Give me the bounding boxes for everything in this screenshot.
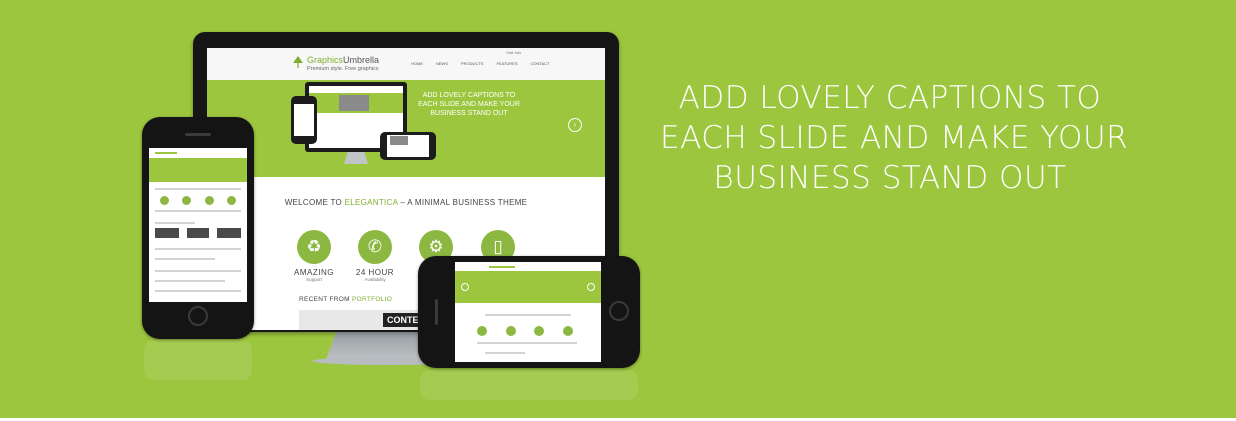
nav-products[interactable]: PRODUCTS bbox=[461, 61, 483, 66]
mini-feature-row bbox=[477, 326, 573, 336]
welcome-brand: ELEGANTICA bbox=[344, 198, 398, 207]
phone-earpiece bbox=[435, 299, 438, 325]
phone-portrait-screen bbox=[149, 148, 247, 302]
recycle-icon: ♻ bbox=[297, 230, 331, 264]
phone-landscape-reflection bbox=[420, 370, 638, 400]
home-button[interactable] bbox=[188, 306, 208, 326]
mini-text-line bbox=[485, 352, 525, 354]
recent-accent: PORTFOLIO bbox=[351, 296, 393, 303]
feature-subtitle: Availability bbox=[364, 277, 386, 282]
mini-feature-icon bbox=[477, 326, 487, 336]
mini-hero bbox=[149, 158, 247, 182]
home-button[interactable] bbox=[609, 301, 629, 321]
mini-feature-icon bbox=[227, 196, 237, 205]
mini-feature-icon bbox=[534, 326, 545, 336]
mini-text-line bbox=[155, 210, 241, 212]
mini-portfolio-image bbox=[187, 228, 209, 238]
hero-monitor-stand bbox=[344, 152, 368, 164]
phone-landscape-screen bbox=[455, 262, 601, 362]
hero-slider: ADD LOVELY CAPTIONS TO EACH SLIDE AND MA… bbox=[207, 80, 605, 177]
mini-logo bbox=[155, 152, 177, 154]
recent-prefix: RECENT FROM bbox=[299, 296, 352, 303]
feature-title: AMAZING bbox=[294, 268, 334, 277]
mini-text-line bbox=[155, 270, 241, 272]
hero-phone-image bbox=[291, 96, 317, 144]
feature-support[interactable]: ♻ AMAZING Support bbox=[289, 230, 339, 282]
next-slide-arrow-icon[interactable]: › bbox=[568, 118, 582, 132]
mini-feature-icon bbox=[505, 326, 516, 336]
caption-line-2: EACH SLIDE AND MAKE YOUR bbox=[660, 120, 1129, 156]
site-logo[interactable]: GraphicsUmbrella bbox=[307, 55, 379, 65]
nav-home[interactable]: HOME bbox=[411, 61, 423, 66]
nav-contact[interactable]: CONTACT bbox=[531, 61, 550, 66]
mini-portfolio-image bbox=[155, 228, 179, 238]
mini-feature-icon bbox=[562, 326, 573, 336]
feature-availability[interactable]: ✆ 24 HOUR Availability bbox=[350, 230, 400, 282]
logo-word-2: Umbrella bbox=[343, 55, 380, 65]
phone-icon: ✆ bbox=[358, 230, 392, 264]
welcome-prefix: WELCOME TO bbox=[284, 198, 345, 207]
phone-earpiece bbox=[185, 133, 211, 136]
mini-logo bbox=[489, 266, 515, 268]
mini-text-line bbox=[155, 290, 241, 292]
logo-tagline: Premium style. Free graphics bbox=[307, 66, 379, 72]
mini-hero bbox=[455, 271, 601, 303]
mini-portfolio-image bbox=[217, 228, 241, 238]
mini-text-line bbox=[155, 280, 225, 282]
umbrella-logo-icon bbox=[293, 56, 303, 68]
welcome-heading: WELCOME TO ELEGANTICA – A MINIMAL BUSINE… bbox=[207, 198, 605, 207]
mini-feature-row bbox=[153, 196, 243, 205]
top-link[interactable]: Visit Info bbox=[506, 50, 521, 55]
phone-portrait bbox=[142, 117, 254, 339]
caption-line-3: BUSINESS STAND OUT bbox=[713, 160, 1067, 196]
phone-landscape bbox=[418, 256, 640, 368]
site-header: GraphicsUmbrella Premium style. Free gra… bbox=[207, 48, 605, 80]
mini-feature-icon bbox=[159, 196, 169, 205]
welcome-suffix: – A MINIMAL BUSINESS THEME bbox=[397, 198, 528, 207]
next-arrow-icon[interactable] bbox=[587, 283, 595, 291]
nav-features[interactable]: FEATURES bbox=[496, 61, 517, 66]
prev-arrow-icon[interactable] bbox=[461, 283, 469, 291]
slide-caption: ADD LOVELY CAPTIONS TO EACH SLIDE AND MA… bbox=[660, 78, 1129, 198]
nav-news[interactable]: NEWS bbox=[436, 61, 448, 66]
mini-heading bbox=[485, 314, 571, 316]
feature-title: 24 HOUR bbox=[355, 268, 395, 277]
mini-text-line bbox=[155, 222, 195, 224]
recent-heading: RECENT FROM PORTFOLIO bbox=[299, 296, 392, 303]
feature-subtitle: Support bbox=[306, 277, 322, 282]
caption-line-1: ADD LOVELY CAPTIONS TO bbox=[678, 80, 1102, 116]
hero-caption: ADD LOVELY CAPTIONS TO EACH SLIDE AND MA… bbox=[418, 92, 520, 117]
phone-portrait-reflection bbox=[144, 340, 252, 380]
mini-heading bbox=[155, 188, 241, 190]
hero-phone-landscape-image bbox=[380, 132, 436, 160]
mini-feature-icon bbox=[204, 196, 214, 205]
logo-word-1: Graphics bbox=[307, 55, 344, 65]
mini-text-line bbox=[477, 342, 577, 344]
mini-text-line bbox=[155, 248, 241, 250]
mini-text-line bbox=[155, 258, 215, 260]
site-nav: HOME NEWS PRODUCTS FEATURES CONTACT bbox=[411, 61, 550, 66]
mini-feature-icon bbox=[182, 196, 192, 205]
